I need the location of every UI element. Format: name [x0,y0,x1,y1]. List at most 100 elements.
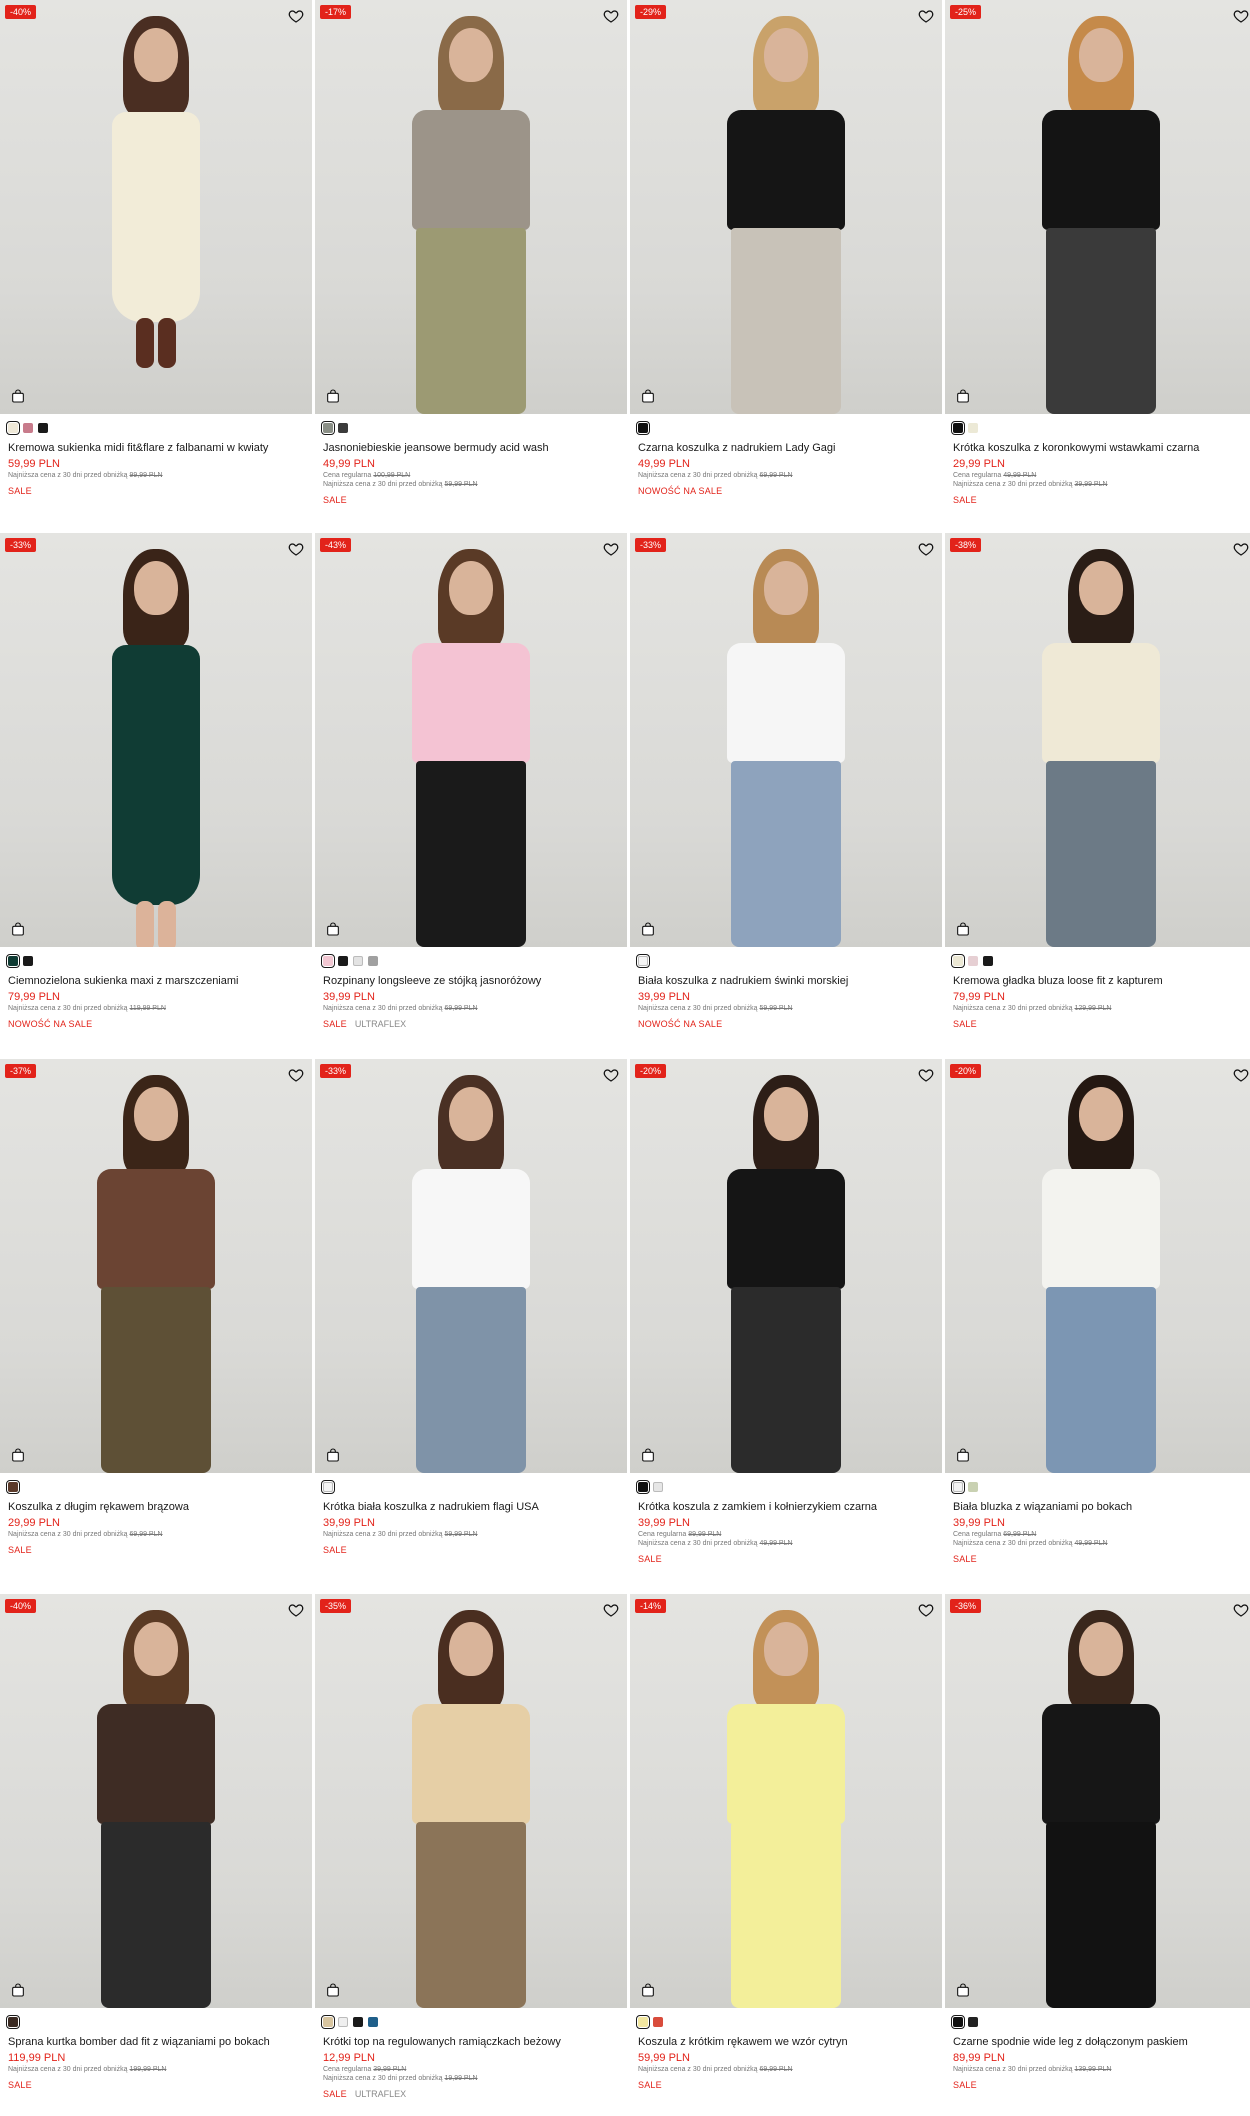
product-card[interactable]: -37% Koszulka z długim rękawem brązowa 29,… [0,1059,312,1555]
product-image[interactable]: -37% [0,1059,312,1473]
color-swatch[interactable] [321,421,335,435]
add-to-bag-icon[interactable] [640,388,656,404]
color-swatch[interactable] [951,421,965,435]
product-card[interactable]: -33% Krótka biała koszulka z nadrukiem fl… [315,1059,627,1555]
add-to-bag-icon[interactable] [10,1447,26,1463]
product-image[interactable]: -20% [630,1059,942,1473]
wishlist-heart-icon[interactable] [603,1602,619,1618]
color-swatch[interactable] [983,956,993,966]
color-swatch[interactable] [653,1482,663,1492]
product-title[interactable]: Kremowa gładka bluza loose fit z kapture… [953,975,1249,987]
product-card[interactable]: -14% Koszula z krótkim rękawem we wzór cy… [630,1594,942,2090]
wishlist-heart-icon[interactable] [288,1067,304,1083]
product-title[interactable]: Krótka koszulka z koronkowymi wstawkami … [953,442,1249,454]
product-image[interactable]: -29% [630,0,942,414]
color-swatch[interactable] [23,423,33,433]
product-card[interactable]: -33% Ciemnozielona sukienka maxi z marszc… [0,533,312,1029]
add-to-bag-icon[interactable] [955,388,971,404]
product-title[interactable]: Kremowa sukienka midi fit&flare z falban… [8,442,304,454]
product-image[interactable]: -25% [945,0,1250,414]
add-to-bag-icon[interactable] [640,1982,656,1998]
product-title[interactable]: Ciemnozielona sukienka maxi z marszczeni… [8,975,304,987]
product-title[interactable]: Biała koszulka z nadrukiem świnki morski… [638,975,934,987]
wishlist-heart-icon[interactable] [288,1602,304,1618]
product-card[interactable]: -20% Biała bluzka z wiązaniami po bokach 3… [945,1059,1250,1564]
product-title[interactable]: Krótka biała koszulka z nadrukiem flagi … [323,1501,619,1513]
product-image[interactable]: -33% [0,533,312,947]
product-card[interactable]: -20% Krótka koszula z zamkiem i kołnierzy… [630,1059,942,1564]
product-image[interactable]: -33% [630,533,942,947]
product-card[interactable]: -40% Sprana kurtka bomber dad fit z wiąza… [0,1594,312,2090]
color-swatch[interactable] [6,421,20,435]
color-swatch[interactable] [968,1482,978,1492]
product-card[interactable]: -25% Krótka koszulka z koronkowymi wstawk… [945,0,1250,505]
add-to-bag-icon[interactable] [325,1447,341,1463]
color-swatch[interactable] [6,2015,20,2029]
product-image[interactable]: -40% [0,1594,312,2008]
color-swatch[interactable] [968,2017,978,2027]
product-title[interactable]: Biała bluzka z wiązaniami po bokach [953,1501,1249,1513]
wishlist-heart-icon[interactable] [288,541,304,557]
color-swatch[interactable] [951,954,965,968]
add-to-bag-icon[interactable] [10,921,26,937]
add-to-bag-icon[interactable] [325,388,341,404]
product-card[interactable]: -29% Czarna koszulka z nadrukiem Lady Gag… [630,0,942,496]
wishlist-heart-icon[interactable] [918,8,934,24]
product-card[interactable]: -43% Rozpinany longsleeve ze stójką jasno… [315,533,627,1029]
product-title[interactable]: Koszulka z długim rękawem brązowa [8,1501,304,1513]
color-swatch[interactable] [338,2017,348,2027]
color-swatch[interactable] [636,421,650,435]
product-card[interactable]: -17% Jasnoniebieskie jeansowe bermudy aci… [315,0,627,505]
product-image[interactable]: -20% [945,1059,1250,1473]
product-title[interactable]: Sprana kurtka bomber dad fit z wiązaniam… [8,2036,304,2048]
product-card[interactable]: -38% Kremowa gładka bluza loose fit z kap… [945,533,1250,1029]
color-swatch[interactable] [338,956,348,966]
product-title[interactable]: Jasnoniebieskie jeansowe bermudy acid wa… [323,442,619,454]
wishlist-heart-icon[interactable] [603,8,619,24]
product-title[interactable]: Krótki top na regulowanych ramiączkach b… [323,2036,619,2048]
product-card[interactable]: -40% Kremowa sukienka midi fit&flare z fa… [0,0,312,496]
wishlist-heart-icon[interactable] [603,541,619,557]
color-swatch[interactable] [321,954,335,968]
color-swatch[interactable] [321,2015,335,2029]
add-to-bag-icon[interactable] [325,1982,341,1998]
product-image[interactable]: -33% [315,1059,627,1473]
color-swatch[interactable] [23,956,33,966]
color-swatch[interactable] [951,1480,965,1494]
color-swatch[interactable] [968,423,978,433]
add-to-bag-icon[interactable] [10,1982,26,1998]
product-image[interactable]: -38% [945,533,1250,947]
wishlist-heart-icon[interactable] [918,1602,934,1618]
product-title[interactable]: Krótka koszula z zamkiem i kołnierzykiem… [638,1501,934,1513]
product-image[interactable]: -40% [0,0,312,414]
add-to-bag-icon[interactable] [325,921,341,937]
wishlist-heart-icon[interactable] [1233,1067,1249,1083]
color-swatch[interactable] [353,2017,363,2027]
product-card[interactable]: -36% Czarne spodnie wide leg z dołączonym… [945,1594,1250,2090]
color-swatch[interactable] [368,2017,378,2027]
wishlist-heart-icon[interactable] [1233,8,1249,24]
product-image[interactable]: -43% [315,533,627,947]
wishlist-heart-icon[interactable] [918,1067,934,1083]
color-swatch[interactable] [353,956,363,966]
wishlist-heart-icon[interactable] [288,8,304,24]
product-title[interactable]: Koszula z krótkim rękawem we wzór cytryn [638,2036,934,2048]
color-swatch[interactable] [6,954,20,968]
add-to-bag-icon[interactable] [955,1447,971,1463]
color-swatch[interactable] [368,956,378,966]
product-card[interactable]: -35% Krótki top na regulowanych ramiączka… [315,1594,627,2099]
wishlist-heart-icon[interactable] [603,1067,619,1083]
color-swatch[interactable] [6,1480,20,1494]
add-to-bag-icon[interactable] [640,1447,656,1463]
product-image[interactable]: -35% [315,1594,627,2008]
product-image[interactable]: -17% [315,0,627,414]
add-to-bag-icon[interactable] [640,921,656,937]
add-to-bag-icon[interactable] [955,1982,971,1998]
wishlist-heart-icon[interactable] [1233,1602,1249,1618]
color-swatch[interactable] [636,2015,650,2029]
color-swatch[interactable] [968,956,978,966]
product-title[interactable]: Czarne spodnie wide leg z dołączonym pas… [953,2036,1249,2048]
color-swatch[interactable] [636,1480,650,1494]
wishlist-heart-icon[interactable] [918,541,934,557]
color-swatch[interactable] [338,423,348,433]
